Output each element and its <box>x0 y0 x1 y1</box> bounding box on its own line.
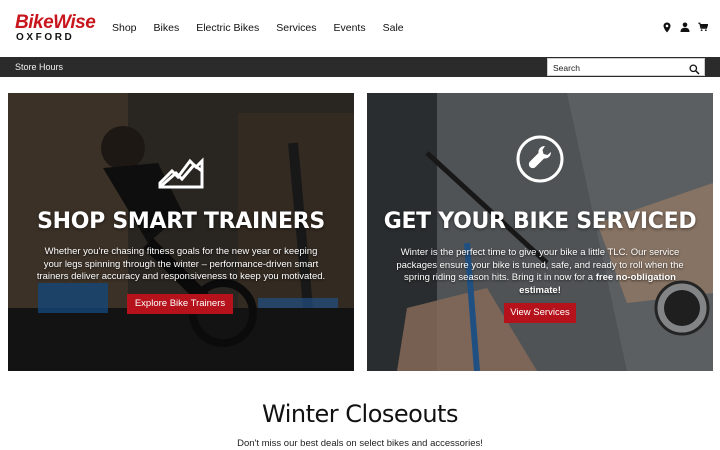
nav-item-shop[interactable]: Shop <box>112 20 137 36</box>
promo-card-trainers[interactable]: SHOP SMART TRAINERS Whether you're chasi… <box>8 93 354 371</box>
search-icon[interactable] <box>689 62 700 75</box>
logo-location: OXFORD <box>16 32 75 43</box>
main-nav: Shop Bikes Electric Bikes Services Event… <box>112 20 421 36</box>
logo-wordmark: BikeWise <box>15 12 96 33</box>
nav-item-services[interactable]: Services <box>276 20 316 36</box>
section-subtitle: Don't miss our best deals on select bike… <box>237 438 483 449</box>
nav-item-electric-bikes[interactable]: Electric Bikes <box>196 20 259 36</box>
promo-title: GET YOUR BIKE SERVICED <box>383 209 697 234</box>
utility-bar: Store Hours <box>0 57 720 77</box>
nav-item-events[interactable]: Events <box>334 20 366 36</box>
account-icon[interactable] <box>680 21 690 33</box>
mountain-graph-icon <box>158 157 204 189</box>
header-utilities <box>662 21 708 33</box>
explore-bike-trainers-button[interactable]: Explore Bike Trainers <box>127 294 233 314</box>
site-header: BikeWise OXFORD Shop Bikes Electric Bike… <box>0 0 720 57</box>
nav-item-bikes[interactable]: Bikes <box>154 20 180 36</box>
cart-icon[interactable] <box>698 21 708 33</box>
promo-title: SHOP SMART TRAINERS <box>37 209 325 234</box>
search-input[interactable] <box>553 62 683 74</box>
view-services-button[interactable]: View Services <box>504 303 576 323</box>
promo-description: Winter is the perfect time to give your … <box>395 247 685 297</box>
wrench-icon <box>516 135 564 183</box>
bikewise-logo[interactable]: BikeWise OXFORD <box>15 12 96 44</box>
search-box <box>547 58 705 76</box>
section-title: Winter Closeouts <box>262 400 458 428</box>
promo-description: Whether you're chasing fitness goals for… <box>36 246 326 282</box>
store-hours-link[interactable]: Store Hours <box>15 61 63 73</box>
nav-item-sale[interactable]: Sale <box>383 20 404 36</box>
promo-card-service[interactable]: GET YOUR BIKE SERVICED Winter is the per… <box>367 93 713 371</box>
location-pin-icon[interactable] <box>662 21 672 33</box>
